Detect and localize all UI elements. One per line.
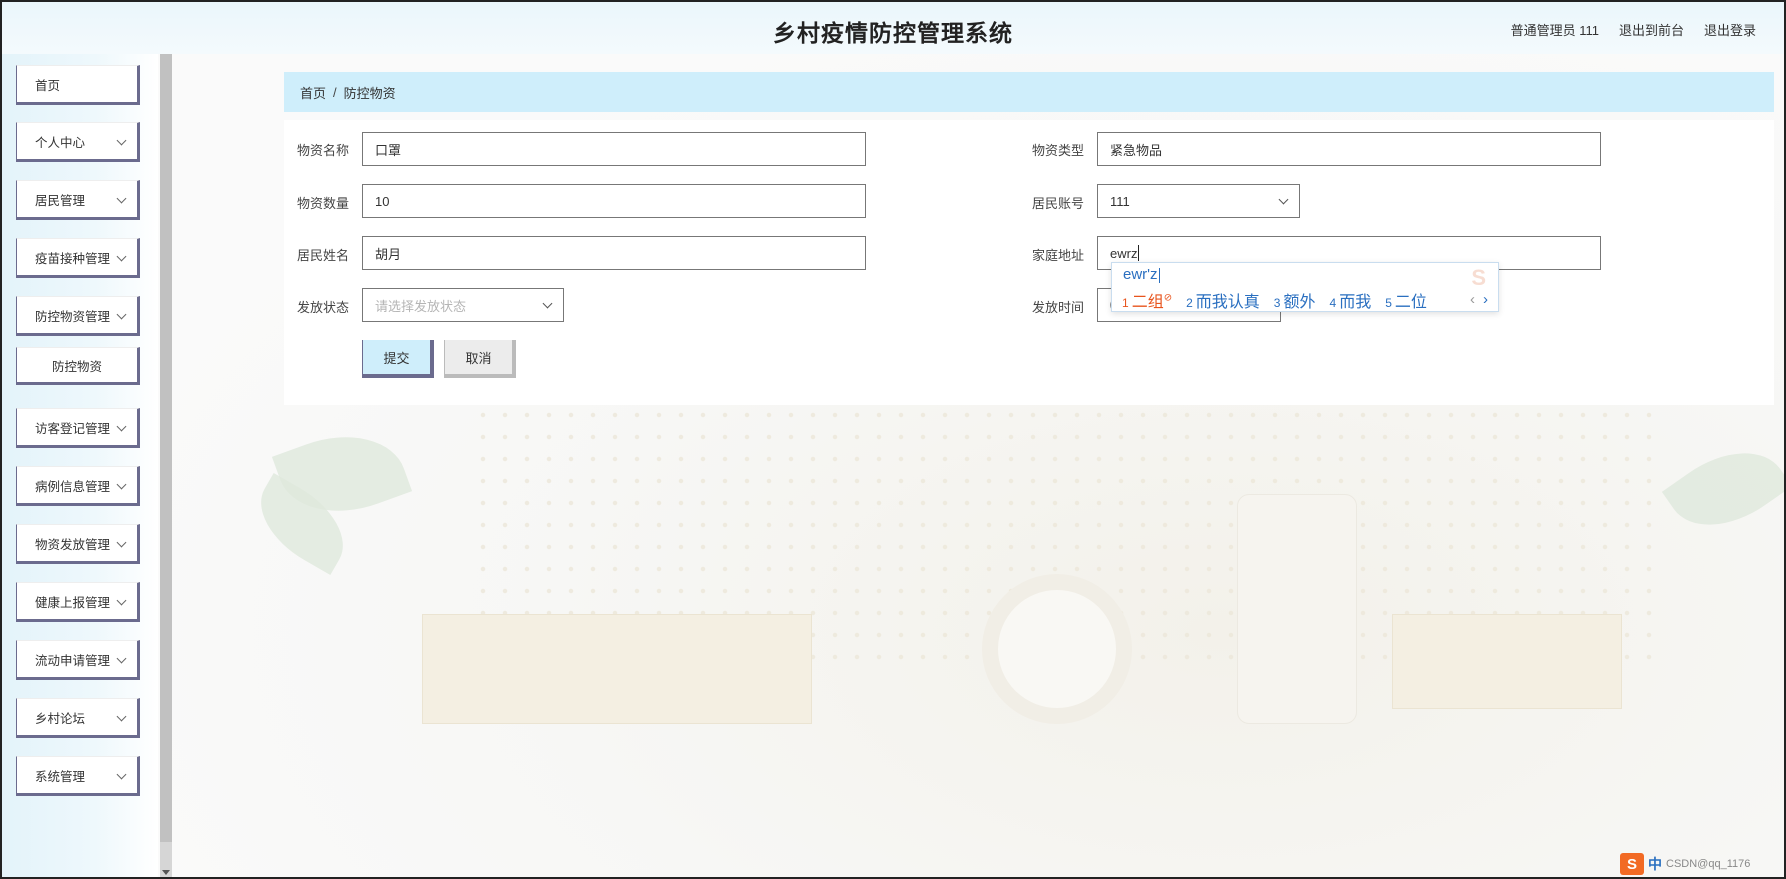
watermark-text: CSDN@qq_1176 [1666, 858, 1751, 870]
sidebar-item-label: 病例信息管理 [35, 479, 111, 494]
sidebar-item-label: 流动申请管理 [35, 653, 111, 668]
sidebar-item-mobility-management[interactable]: 流动申请管理 [16, 640, 140, 680]
ime-candidate[interactable]: 4 而我 [1330, 288, 1372, 312]
sidebar-item-label: 健康上报管理 [35, 595, 111, 610]
sidebar-item-home[interactable]: 首页 [16, 65, 140, 105]
quantity-label: 物资数量 [297, 196, 350, 211]
sidebar-item-forum[interactable]: 乡村论坛 [16, 698, 140, 738]
breadcrumb: 首页 / 防控物资 [284, 72, 1774, 112]
supply-name-value: 口罩 [375, 142, 402, 158]
ime-logo-icon[interactable]: S [1620, 853, 1644, 875]
sidebar-item-personal-center[interactable]: 个人中心 [16, 122, 140, 162]
supply-type-value: 紧急物品 [1110, 142, 1163, 158]
name-label: 物资名称 [297, 143, 350, 158]
chevron-down-icon [116, 769, 127, 780]
supply-name-input[interactable]: 口罩 [362, 132, 866, 166]
supply-type-input[interactable]: 紧急物品 [1097, 132, 1601, 166]
chevron-down-icon [116, 135, 127, 146]
chevron-down-icon [116, 653, 127, 664]
ime-page-nav: ‹ › [1470, 291, 1488, 308]
supply-quantity-input[interactable]: 10 [362, 184, 866, 218]
sidebar-item-label: 居民管理 [35, 193, 86, 208]
sidebar-item-label: 乡村论坛 [35, 711, 86, 726]
supply-quantity-value: 10 [375, 193, 390, 209]
ime-mode-indicator[interactable]: 中 [1648, 854, 1662, 874]
ime-candidate[interactable]: 1 二组⊘ [1122, 288, 1172, 312]
sidebar-item-label: 个人中心 [35, 135, 86, 150]
sidebar-subitem-supplies[interactable]: 防控物资 [16, 347, 140, 385]
sidebar-item-system-management[interactable]: 系统管理 [16, 756, 140, 796]
chevron-down-icon [542, 298, 553, 309]
text-cursor-icon [1138, 245, 1140, 261]
home-address-value: ewrz [1110, 245, 1138, 261]
sidebar-item-label: 系统管理 [35, 769, 86, 784]
sidebar-item-supplies-management[interactable]: 防控物资管理 [16, 296, 140, 336]
scrollbar-thumb[interactable] [160, 54, 172, 842]
ime-candidate-list: 1 二组⊘ 2 而我认真 3 额外 4 而我 5 二位 [1122, 288, 1427, 312]
ime-candidate[interactable]: 3 额外 [1274, 288, 1316, 312]
ime-status-bar: S 中 CSDN@qq_1176 [1620, 852, 1750, 876]
sidebar-item-label: 防控物资管理 [35, 309, 111, 324]
type-label: 物资类型 [1032, 143, 1085, 158]
address-label: 家庭地址 [1032, 248, 1085, 263]
resident-name-label: 居民姓名 [297, 248, 350, 263]
breadcrumb-current: 防控物资 [343, 85, 396, 101]
account-label: 居民账号 [1032, 196, 1085, 211]
sidebar-scrollbar[interactable] [160, 54, 172, 879]
chevron-down-icon [116, 537, 127, 548]
background-cylinder-decoration [1237, 494, 1357, 724]
chevron-down-icon [1278, 194, 1289, 205]
ime-composition-text: ewr'z [1123, 266, 1160, 283]
ime-candidate[interactable]: 2 而我认真 [1186, 288, 1260, 312]
time-label: 发放时间 [1032, 300, 1085, 315]
chevron-down-icon [116, 193, 127, 204]
resident-account-select[interactable]: 111 [1097, 184, 1300, 218]
ime-check-icon: ⊘ [1163, 292, 1173, 304]
to-frontend-link[interactable]: 退出到前台 [1619, 20, 1684, 39]
ime-candidate-popup: S ewr'z 1 二组⊘ 2 而我认真 3 额外 4 而我 5 二位 ‹ › [1111, 262, 1499, 312]
background-leaf-decoration [1661, 428, 1786, 550]
chevron-down-icon [116, 711, 127, 722]
chevron-down-icon [116, 421, 127, 432]
sidebar-item-case-management[interactable]: 病例信息管理 [16, 466, 140, 506]
submit-button[interactable]: 提交 [362, 340, 434, 378]
ime-next-page-icon[interactable]: › [1483, 291, 1488, 308]
sidebar-item-visitor-management[interactable]: 访客登记管理 [16, 408, 140, 448]
cancel-button[interactable]: 取消 [444, 340, 516, 378]
sidebar-item-label: 防控物资 [51, 359, 102, 374]
resident-account-value: 111 [1110, 193, 1130, 209]
distribution-status-select[interactable]: 请选择发放状态 [362, 288, 564, 322]
breadcrumb-separator: / [333, 84, 337, 100]
scroll-down-arrow-icon[interactable] [162, 870, 170, 875]
sidebar-item-vaccination-management[interactable]: 疫苗接种管理 [16, 238, 140, 278]
ime-logo-icon: S [1471, 265, 1486, 290]
background-box-decoration [1392, 614, 1622, 709]
sidebar-item-resident-management[interactable]: 居民管理 [16, 180, 140, 220]
sidebar-item-label: 疫苗接种管理 [35, 251, 111, 266]
sidebar-item-label: 物资发放管理 [35, 537, 111, 552]
background-box-decoration [422, 614, 812, 724]
ime-cursor-icon [1158, 267, 1160, 283]
sidebar-item-distribution-management[interactable]: 物资发放管理 [16, 524, 140, 564]
ime-prev-page-icon[interactable]: ‹ [1470, 291, 1475, 308]
background-ring-decoration [982, 574, 1132, 724]
chevron-down-icon [116, 595, 127, 606]
resident-name-input[interactable]: 胡月 [362, 236, 866, 270]
app-header: 乡村疫情防控管理系统 普通管理员 111 退出到前台 退出登录 [0, 0, 1786, 54]
breadcrumb-home[interactable]: 首页 [300, 83, 326, 102]
header-user-actions: 普通管理员 111 退出到前台 退出登录 [1511, 20, 1756, 39]
logout-link[interactable]: 退出登录 [1704, 20, 1756, 39]
status-label: 发放状态 [297, 300, 350, 315]
sidebar-item-label: 首页 [35, 78, 61, 93]
chevron-down-icon [116, 251, 127, 262]
chevron-down-icon [116, 309, 127, 320]
user-role-label: 普通管理员 111 [1510, 23, 1599, 38]
resident-name-value: 胡月 [375, 246, 402, 262]
sidebar-item-label: 访客登记管理 [35, 421, 111, 436]
sidebar-item-health-report-management[interactable]: 健康上报管理 [16, 582, 140, 622]
ime-candidate[interactable]: 5 二位 [1385, 288, 1427, 312]
distribution-status-placeholder: 请选择发放状态 [375, 298, 467, 314]
chevron-down-icon [116, 479, 127, 490]
